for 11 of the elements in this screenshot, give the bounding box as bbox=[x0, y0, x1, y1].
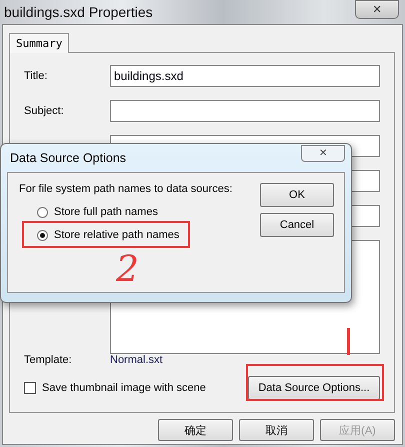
radio-label: Store full path names bbox=[54, 206, 158, 218]
prompt-text: For file system path names to data sources: bbox=[19, 183, 234, 195]
field-label: Template: bbox=[24, 354, 73, 366]
radio-label: Store relative path names bbox=[54, 229, 180, 241]
field-label: Subject: bbox=[24, 105, 65, 117]
field-label: Title: bbox=[24, 70, 48, 82]
annotation-number: 2 bbox=[116, 252, 139, 288]
checkbox-label: Save thumbnail image with scene bbox=[42, 382, 206, 394]
template-value: Normal.sxt bbox=[110, 354, 163, 366]
dialog-title: Data Source Options bbox=[10, 151, 126, 165]
window-title: buildings.sxd Properties bbox=[4, 4, 153, 20]
